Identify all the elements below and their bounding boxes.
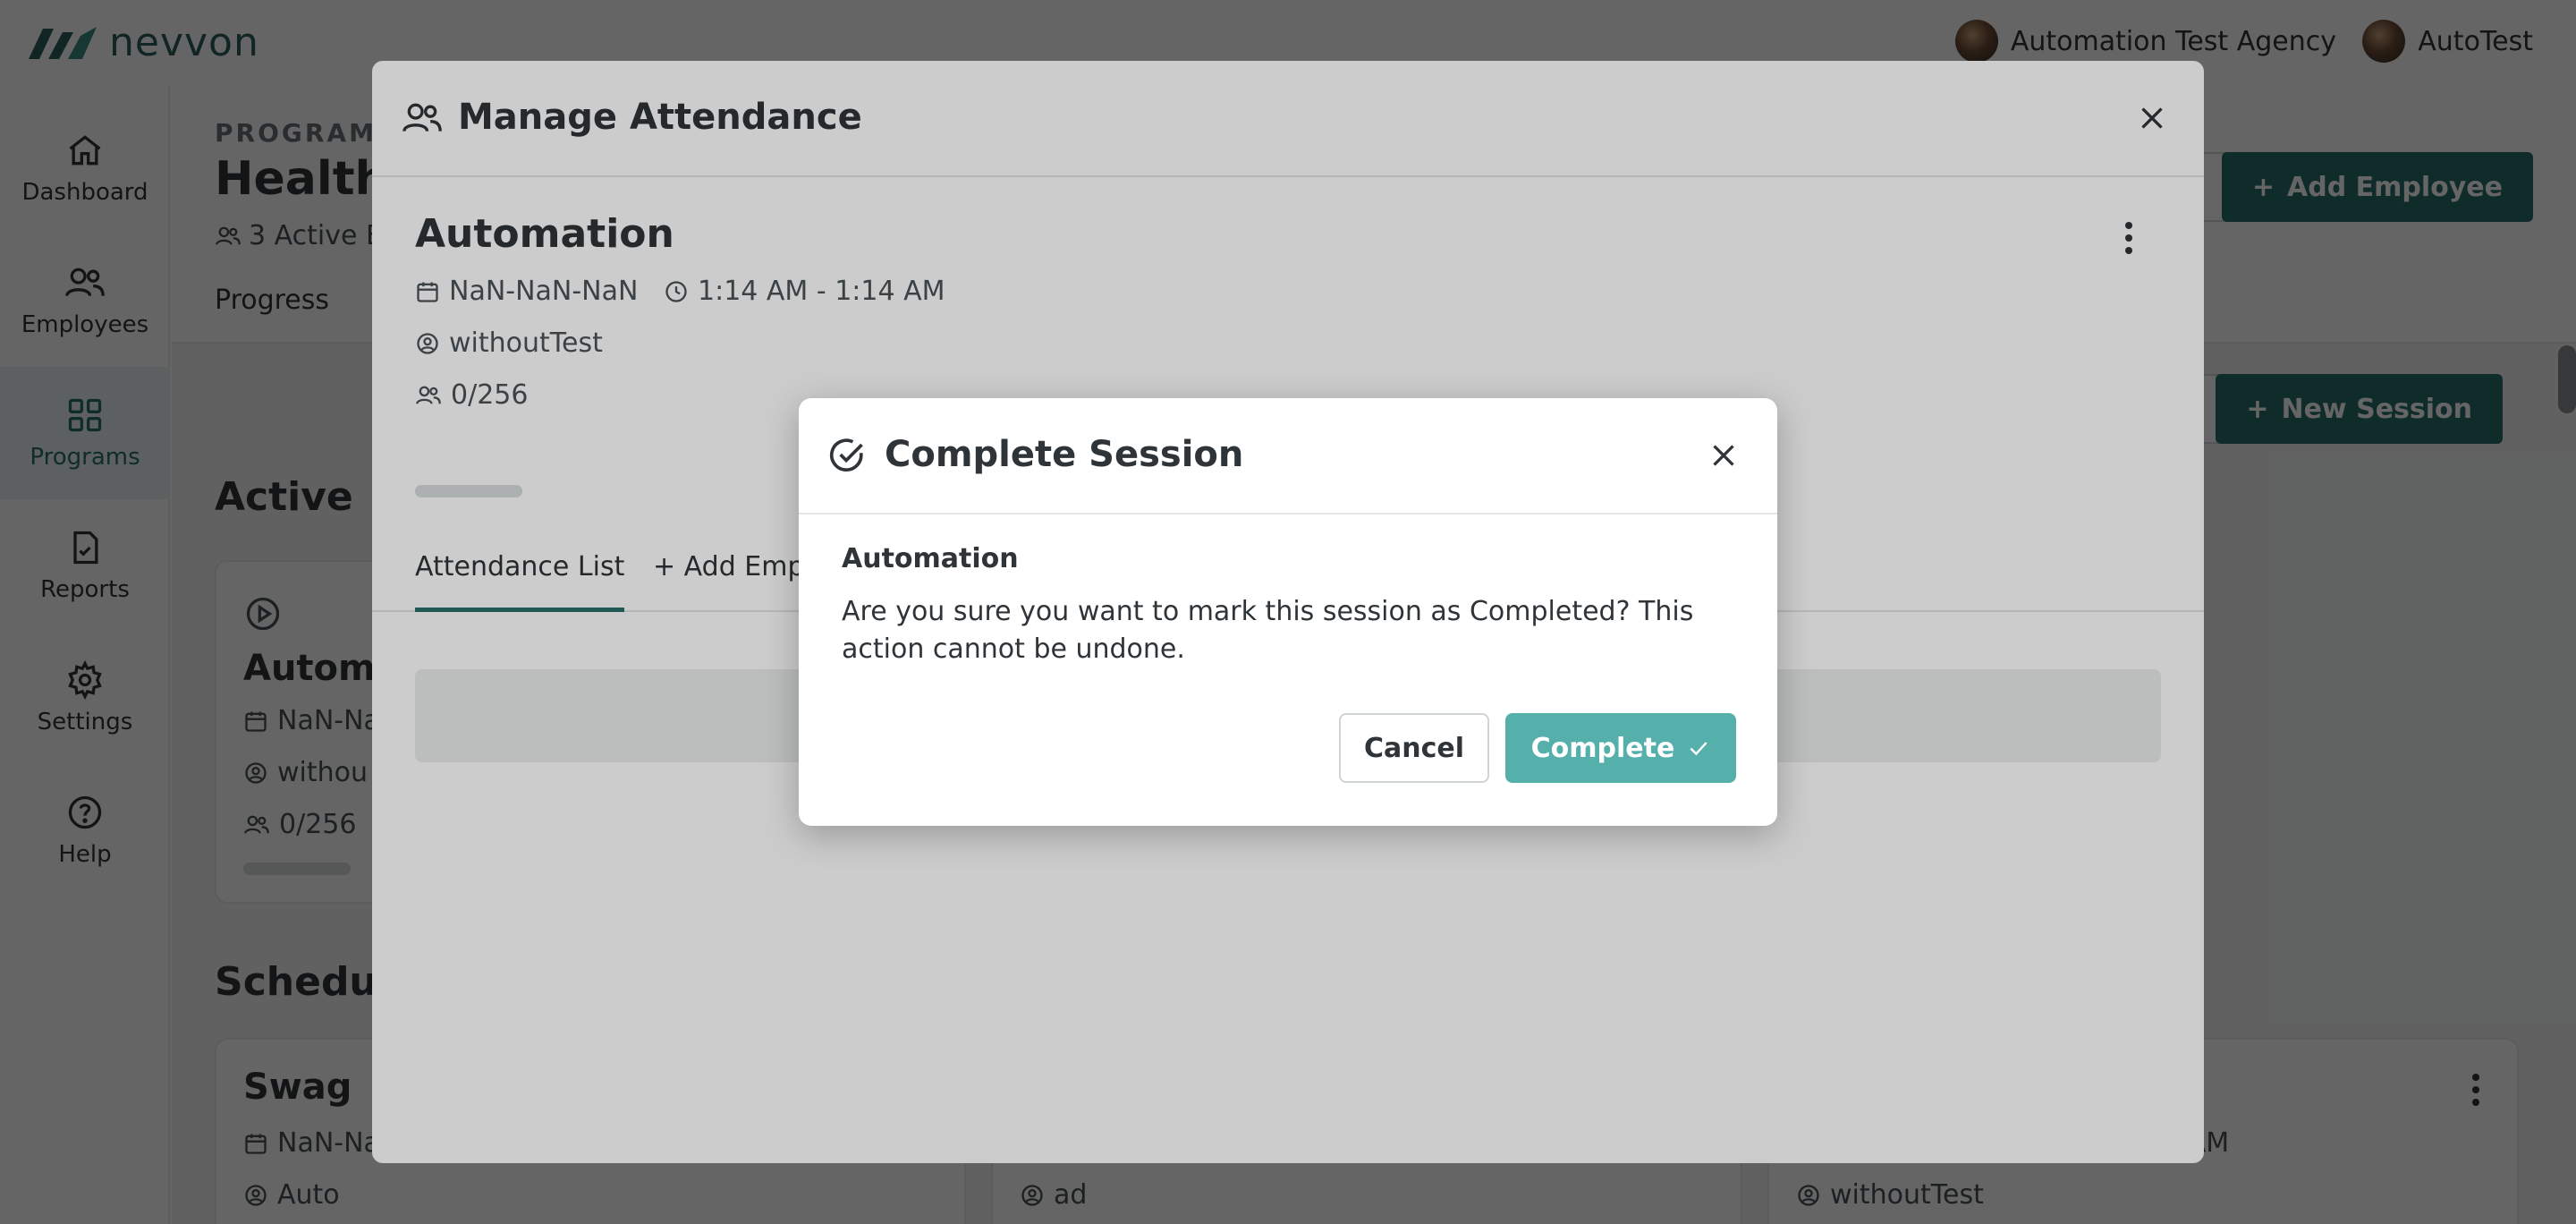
- check-circle-icon: [829, 438, 863, 472]
- cancel-label: Cancel: [1363, 732, 1465, 764]
- check-icon: [1690, 742, 1707, 756]
- complete-label: Complete: [1530, 732, 1675, 764]
- complete-session-dialog: Complete Session Automation Are you sure…: [799, 398, 1777, 826]
- cancel-button[interactable]: Cancel: [1339, 713, 1489, 783]
- dialog-header: Complete Session: [799, 398, 1777, 514]
- dialog-message: Are you sure you want to mark this sessi…: [842, 596, 1694, 665]
- complete-button[interactable]: Complete: [1505, 713, 1736, 783]
- dialog-title: Complete Session: [885, 434, 1244, 475]
- dialog-session-name: Automation: [842, 543, 1019, 574]
- close-icon[interactable]: [1707, 439, 1740, 472]
